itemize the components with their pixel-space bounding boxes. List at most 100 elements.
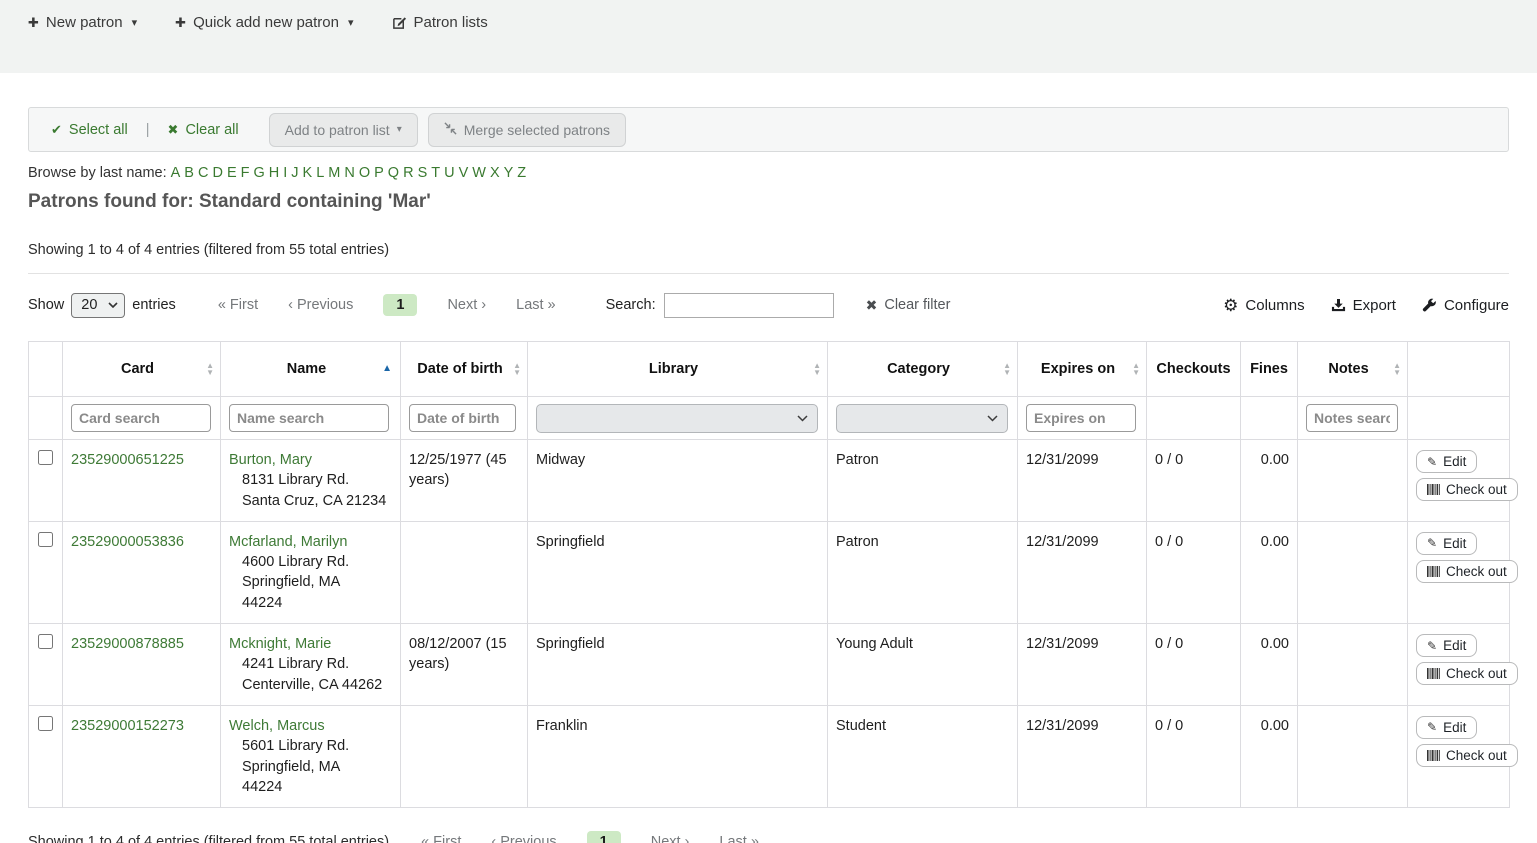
merge-selected-patrons-button[interactable]: Merge selected patrons (428, 113, 626, 147)
header-fines: Fines (1241, 342, 1298, 397)
dob-filter-input[interactable] (409, 404, 516, 432)
library-filter-select[interactable] (536, 404, 818, 433)
patron-row: 23529000651225 Burton, Mary 8131 Library… (29, 440, 1510, 522)
letter-link-G[interactable]: G (253, 165, 264, 181)
letter-link-I[interactable]: I (283, 165, 287, 181)
patron-name-link[interactable]: Burton, Mary (229, 452, 312, 468)
check-out-button[interactable]: Check out (1416, 662, 1518, 685)
letter-link-H[interactable]: H (269, 165, 279, 181)
card-filter-input[interactable] (71, 404, 211, 432)
letter-link-U[interactable]: U (444, 165, 454, 181)
letter-link-M[interactable]: M (328, 165, 340, 181)
letter-link-P[interactable]: P (374, 165, 384, 181)
sort-icon: ▲▼ (813, 362, 821, 376)
pagination-page-1[interactable]: 1 (383, 294, 417, 316)
row-checkbox[interactable] (38, 532, 53, 547)
select-all-label: Select all (69, 122, 128, 138)
edit-button[interactable]: ✎Edit (1416, 532, 1477, 555)
patron-name-link[interactable]: Welch, Marcus (229, 718, 325, 734)
pagination-bottom: « First ‹ Previous 1 Next › Last » (421, 831, 759, 843)
edit-button[interactable]: ✎Edit (1416, 634, 1477, 657)
patron-name-link[interactable]: Mcknight, Marie (229, 636, 331, 652)
edit-button[interactable]: ✎Edit (1416, 716, 1477, 739)
page-size-select[interactable]: 20 (71, 293, 125, 318)
header-notes[interactable]: Notes ▲▼ (1298, 342, 1408, 397)
pagination-first[interactable]: « First (421, 834, 461, 843)
clear-filter-label: Clear filter (884, 297, 950, 313)
sort-asc-icon: ▲ (382, 364, 392, 374)
table-search-input[interactable] (664, 293, 834, 318)
row-checkbox[interactable] (38, 634, 53, 649)
chevron-down-icon (108, 302, 118, 308)
card-number-link[interactable]: 23529000152273 (71, 718, 184, 734)
letter-link-R[interactable]: R (403, 165, 413, 181)
letter-link-Z[interactable]: Z (517, 165, 526, 181)
edit-button[interactable]: ✎Edit (1416, 450, 1477, 473)
patron-lists-button[interactable]: Patron lists (392, 14, 488, 31)
fines-cell: 0.00 (1241, 440, 1298, 522)
export-button[interactable]: Export (1331, 297, 1396, 314)
row-checkbox[interactable] (38, 716, 53, 731)
letter-link-F[interactable]: F (241, 165, 250, 181)
letter-link-Y[interactable]: Y (504, 165, 514, 181)
row-checkbox[interactable] (38, 450, 53, 465)
header-name[interactable]: Name ▲ (221, 342, 401, 397)
letter-link-W[interactable]: W (472, 165, 486, 181)
letter-link-T[interactable]: T (431, 165, 440, 181)
patron-name-link[interactable]: Mcfarland, Marilyn (229, 534, 347, 550)
check-out-button[interactable]: Check out (1416, 744, 1518, 767)
pagination-last[interactable]: Last » (719, 834, 759, 843)
pagination-previous[interactable]: ‹ Previous (288, 297, 353, 313)
pagination-first[interactable]: « First (218, 297, 258, 313)
header-expires-on[interactable]: Expires on ▲▼ (1018, 342, 1147, 397)
letter-link-E[interactable]: E (227, 165, 237, 181)
check-out-button[interactable]: Check out (1416, 478, 1518, 501)
add-to-patron-list-button[interactable]: Add to patron list ▾ (269, 113, 418, 147)
letter-link-B[interactable]: B (184, 165, 194, 181)
dob-cell (401, 521, 528, 623)
clear-filter-button[interactable]: ✖ Clear filter (866, 297, 951, 314)
pagination-last[interactable]: Last » (516, 297, 556, 313)
card-number-link[interactable]: 23529000651225 (71, 452, 184, 468)
selection-toolbar: ✔ Select all | ✖ Clear all Add to patron… (28, 107, 1509, 152)
fines-cell: 0.00 (1241, 521, 1298, 623)
new-patron-button[interactable]: ✚ New patron ▾ (28, 14, 137, 31)
sort-icon: ▲▼ (513, 362, 521, 376)
pagination-page-1[interactable]: 1 (587, 831, 621, 843)
clear-all-button[interactable]: ✖ Clear all (168, 122, 239, 138)
check-out-button[interactable]: Check out (1416, 560, 1518, 583)
checkouts-cell: 0 / 0 (1147, 521, 1241, 623)
pagination-previous[interactable]: ‹ Previous (491, 834, 556, 843)
header-library[interactable]: Library ▲▼ (528, 342, 828, 397)
letter-link-L[interactable]: L (316, 165, 324, 181)
configure-button[interactable]: Configure (1422, 297, 1509, 314)
letter-link-N[interactable]: N (344, 165, 354, 181)
category-cell: Patron (828, 521, 1018, 623)
pagination-next[interactable]: Next › (447, 297, 486, 313)
letter-link-K[interactable]: K (303, 165, 313, 181)
letter-link-Q[interactable]: Q (388, 165, 399, 181)
fines-cell: 0.00 (1241, 624, 1298, 706)
header-card[interactable]: Card ▲▼ (63, 342, 221, 397)
select-all-button[interactable]: ✔ Select all (51, 122, 128, 138)
letter-link-C[interactable]: C (198, 165, 208, 181)
header-checkouts: Checkouts (1147, 342, 1241, 397)
notes-filter-input[interactable] (1306, 404, 1398, 432)
expires-filter-input[interactable] (1026, 404, 1136, 432)
category-filter-select[interactable] (836, 404, 1008, 433)
quick-add-new-patron-button[interactable]: ✚ Quick add new patron ▾ (175, 14, 353, 31)
pagination-next[interactable]: Next › (651, 834, 690, 843)
columns-button[interactable]: ⚙ Columns (1223, 297, 1304, 314)
card-number-link[interactable]: 23529000053836 (71, 534, 184, 550)
card-number-link[interactable]: 23529000878885 (71, 636, 184, 652)
letter-link-V[interactable]: V (459, 165, 469, 181)
name-filter-input[interactable] (229, 404, 389, 432)
header-date-of-birth[interactable]: Date of birth ▲▼ (401, 342, 528, 397)
letter-link-X[interactable]: X (490, 165, 500, 181)
letter-link-S[interactable]: S (418, 165, 428, 181)
header-category[interactable]: Category ▲▼ (828, 342, 1018, 397)
letter-link-J[interactable]: J (291, 165, 298, 181)
letter-link-O[interactable]: O (359, 165, 370, 181)
letter-link-A[interactable]: A (171, 165, 181, 181)
letter-link-D[interactable]: D (212, 165, 222, 181)
